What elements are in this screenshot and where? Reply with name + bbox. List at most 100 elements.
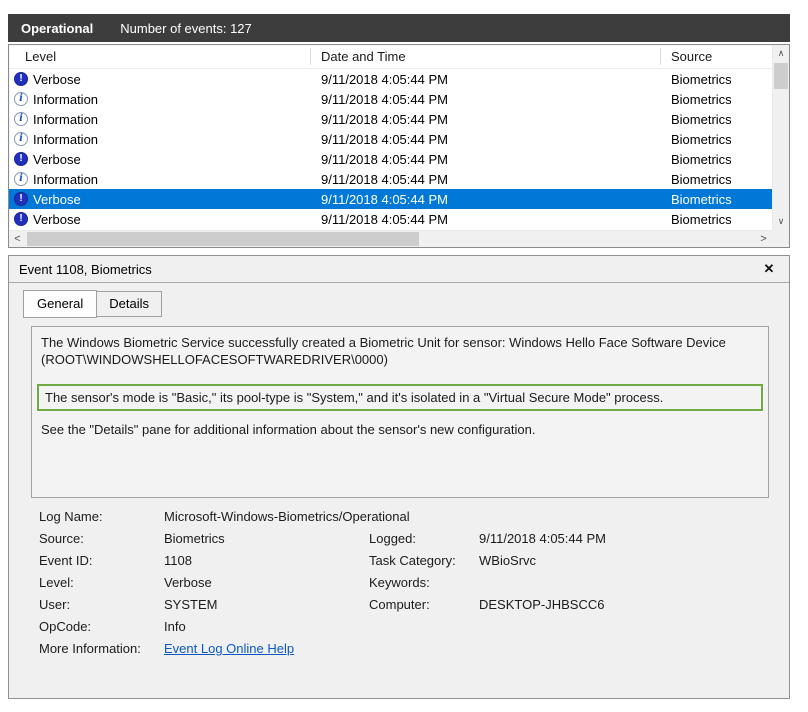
- column-header-source[interactable]: Source: [661, 48, 772, 65]
- level-text: Information: [33, 112, 98, 127]
- logged-value: 9/11/2018 4:05:44 PM: [479, 528, 761, 550]
- level-text: Information: [33, 172, 98, 187]
- source-cell: Biometrics: [661, 72, 772, 87]
- close-icon[interactable]: ✕: [759, 261, 779, 277]
- date-cell: 9/11/2018 4:05:44 PM: [311, 92, 661, 107]
- verbose-icon: !: [14, 192, 28, 206]
- level-text: Information: [33, 92, 98, 107]
- highlight-annotation-box: The sensor's mode is "Basic," its pool-t…: [37, 384, 763, 411]
- event-description-box: The Windows Biometric Service successful…: [31, 326, 769, 498]
- source-cell: Biometrics: [661, 152, 772, 167]
- scroll-right-button[interactable]: >: [755, 231, 772, 247]
- level-text: Verbose: [33, 192, 81, 207]
- date-cell: 9/11/2018 4:05:44 PM: [311, 112, 661, 127]
- description-paragraph-2: The sensor's mode is "Basic," its pool-t…: [45, 389, 755, 406]
- source-value: Biometrics: [164, 528, 369, 550]
- date-cell: 9/11/2018 4:05:44 PM: [311, 72, 661, 87]
- preview-title: Event 1108, Biometrics: [19, 262, 759, 277]
- source-cell: Biometrics: [661, 192, 772, 207]
- horizontal-scrollbar-thumb[interactable]: [27, 232, 419, 246]
- task-category-value: WBioSrvc: [479, 550, 761, 572]
- table-row[interactable]: ! Verbose 9/11/2018 4:05:44 PMBiometrics: [9, 149, 772, 169]
- log-name-title: Operational: [21, 21, 93, 36]
- preview-tabs: General Details: [23, 290, 162, 318]
- level-text: Information: [33, 132, 98, 147]
- preview-header: Event 1108, Biometrics ✕: [9, 256, 789, 283]
- date-cell: 9/11/2018 4:05:44 PM: [311, 172, 661, 187]
- table-row[interactable]: i Information 9/11/2018 4:05:44 PMBiometri…: [9, 109, 772, 129]
- event-log-online-help-link[interactable]: Event Log Online Help: [164, 641, 294, 656]
- level-cell: i Information: [9, 92, 311, 107]
- more-information-label: More Information:: [39, 638, 164, 660]
- description-paragraph-3: See the "Details" pane for additional in…: [41, 421, 759, 438]
- tab-general[interactable]: General: [23, 290, 97, 318]
- keywords-value: [479, 572, 761, 594]
- level-text: Verbose: [33, 152, 81, 167]
- date-cell: 9/11/2018 4:05:44 PM: [311, 192, 661, 207]
- source-cell: Biometrics: [661, 112, 772, 127]
- computer-value: DESKTOP-JHBSCC6: [479, 594, 761, 616]
- scroll-up-button[interactable]: ∧: [773, 45, 789, 62]
- table-row[interactable]: ! Verbose 9/11/2018 4:05:44 PMBiometrics: [9, 209, 772, 229]
- horizontal-scrollbar[interactable]: < >: [9, 230, 772, 247]
- level-label: Level:: [39, 572, 164, 594]
- event-table-body: !Verbose9/11/2018 4:05:44 PMBiometricsiI…: [9, 69, 772, 229]
- date-cell: 9/11/2018 4:05:44 PM: [311, 132, 661, 147]
- description-paragraph-1: The Windows Biometric Service successful…: [41, 334, 759, 368]
- source-cell: Biometrics: [661, 172, 772, 187]
- computer-label: Computer:: [369, 594, 479, 616]
- table-row[interactable]: ! Verbose 9/11/2018 4:05:44 PMBiometrics: [9, 69, 772, 89]
- log-titlebar: Operational Number of events: 127: [8, 14, 790, 42]
- date-cell: 9/11/2018 4:05:44 PM: [311, 152, 661, 167]
- level-cell: ! Verbose: [9, 152, 311, 167]
- column-header-level[interactable]: Level: [9, 48, 311, 65]
- vertical-scrollbar[interactable]: ∧ ∨: [772, 45, 789, 230]
- date-cell: 9/11/2018 4:05:44 PM: [311, 212, 661, 227]
- event-preview-pane: Event 1108, Biometrics ✕ General Details…: [8, 255, 790, 699]
- opcode-label: OpCode:: [39, 616, 164, 638]
- level-text: Verbose: [33, 72, 81, 87]
- column-header-date-and-time[interactable]: Date and Time: [311, 48, 661, 65]
- tab-details[interactable]: Details: [97, 291, 162, 317]
- level-text: Verbose: [33, 212, 81, 227]
- event-id-label: Event ID:: [39, 550, 164, 572]
- source-label: Source:: [39, 528, 164, 550]
- log-name-label: Log Name:: [39, 506, 164, 528]
- chevron-right-icon: >: [760, 233, 766, 245]
- log-name-value: Microsoft-Windows-Biometrics/Operational: [164, 506, 761, 528]
- information-icon: i: [14, 172, 28, 186]
- chevron-up-icon: ∧: [778, 48, 785, 59]
- level-cell: ! Verbose: [9, 192, 311, 207]
- scroll-left-button[interactable]: <: [9, 231, 26, 247]
- verbose-icon: !: [14, 72, 28, 86]
- vertical-scrollbar-thumb[interactable]: [774, 63, 788, 89]
- level-cell: iInformation: [9, 132, 311, 147]
- information-icon: i: [14, 92, 28, 106]
- source-cell: Biometrics: [661, 92, 772, 107]
- information-icon: i: [14, 112, 28, 126]
- level-cell: i Information: [9, 112, 311, 127]
- event-id-value: 1108: [164, 550, 369, 572]
- event-fields-grid: Log Name: Microsoft-Windows-Biometrics/O…: [39, 506, 761, 660]
- user-label: User:: [39, 594, 164, 616]
- verbose-icon: !: [14, 212, 28, 226]
- opcode-value: Info: [164, 616, 761, 638]
- table-row[interactable]: iInformation9/11/2018 4:05:44 PMBiometri…: [9, 129, 772, 149]
- task-category-label: Task Category:: [369, 550, 479, 572]
- scroll-down-button[interactable]: ∨: [773, 213, 789, 230]
- chevron-down-icon: ∨: [778, 216, 785, 227]
- level-cell: ! Verbose: [9, 72, 311, 87]
- table-row[interactable]: i Information 9/11/2018 4:05:44 PMBiometri…: [9, 169, 772, 189]
- source-cell: Biometrics: [661, 132, 772, 147]
- user-value: SYSTEM: [164, 594, 369, 616]
- verbose-icon: !: [14, 152, 28, 166]
- chevron-left-icon: <: [14, 233, 20, 245]
- table-header-row: Level Date and Time Source: [9, 45, 772, 69]
- table-row[interactable]: i Information 9/11/2018 4:05:44 PMBiometri…: [9, 89, 772, 109]
- level-cell: i Information: [9, 172, 311, 187]
- table-row[interactable]: ! Verbose 9/11/2018 4:05:44 PMBiometrics: [9, 189, 772, 209]
- logged-label: Logged:: [369, 528, 479, 550]
- level-value: Verbose: [164, 572, 369, 594]
- keywords-label: Keywords:: [369, 572, 479, 594]
- source-cell: Biometrics: [661, 212, 772, 227]
